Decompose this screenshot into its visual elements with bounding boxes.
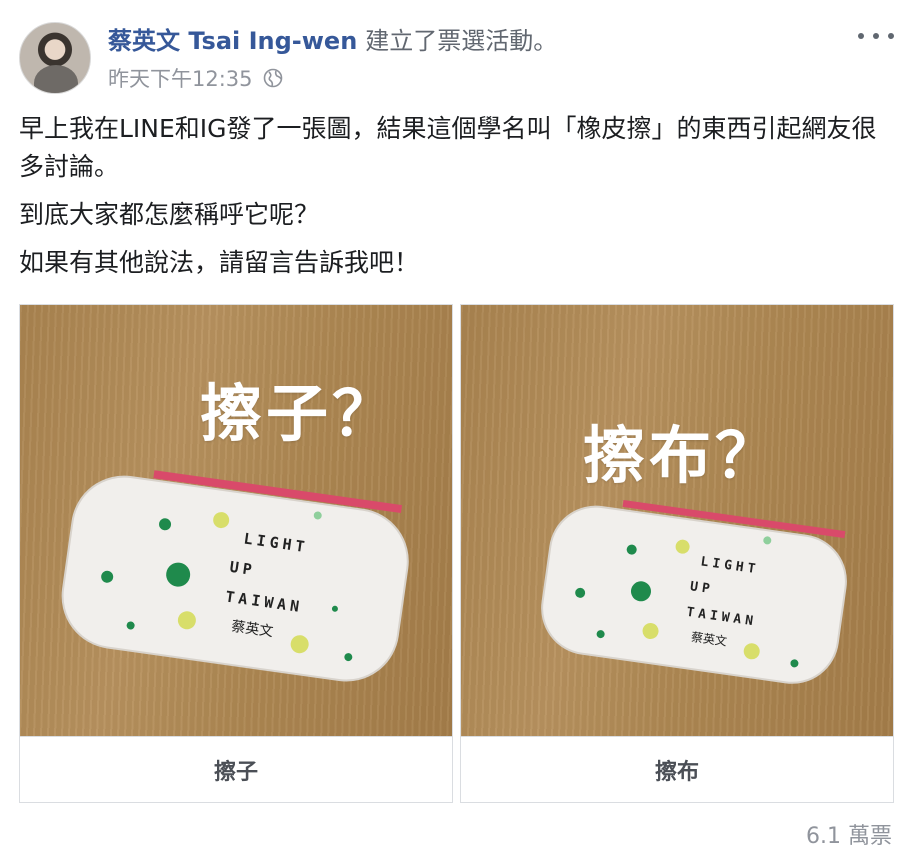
poll-option-2[interactable]: 擦布？ LIGHT UP TAIWAN 蔡英文 擦布	[460, 304, 894, 803]
post-text: 早上我在LINE和IG發了一張圖，結果這個學名叫「橡皮擦」的東西引起網友很多討論…	[19, 110, 889, 282]
poll-vote-count[interactable]: 6.1 萬票	[806, 818, 892, 850]
globe-icon	[263, 68, 282, 88]
poll-option-photo[interactable]: 擦布？ LIGHT UP TAIWAN 蔡英文	[461, 305, 893, 736]
post-timestamp[interactable]: 昨天下午12:35	[108, 63, 253, 93]
eraser-label-text: UP	[229, 558, 257, 579]
post-paragraph: 早上我在LINE和IG發了一張圖，結果這個學名叫「橡皮擦」的東西引起網友很多討論…	[19, 114, 877, 181]
poll-option-label[interactable]: 擦布	[461, 736, 893, 803]
eraser-image: LIGHT UP TAIWAN 蔡英文	[61, 470, 409, 682]
post-paragraph: 如果有其他說法，請留言告訴我吧！	[19, 248, 420, 277]
more-dot-icon	[873, 33, 879, 39]
poll-option-photo[interactable]: 擦子？ LIGHT UP TAIWAN 蔡英文	[20, 305, 452, 736]
post-action-text: 建立了票選活動。	[365, 26, 558, 55]
post-meta: 昨天下午12:35	[108, 64, 283, 92]
more-dot-icon	[858, 33, 864, 39]
poll-option-1[interactable]: 擦子？ LIGHT UP TAIWAN 蔡英文 擦子	[19, 304, 453, 803]
photo-overlay-text: 擦布？	[583, 419, 782, 492]
post-paragraph: 到底大家都怎麼稱呼它呢？	[19, 200, 320, 229]
author-name-link[interactable]: 蔡英文 Tsai Ing-wen	[108, 21, 357, 56]
poll-option-label[interactable]: 擦子	[20, 736, 452, 803]
post-avatar[interactable]	[19, 22, 91, 94]
post-header: 蔡英文 Tsai Ing-wen 建立了票選活動。	[108, 21, 558, 56]
photo-overlay-text: 擦子？	[200, 377, 399, 450]
more-dot-icon	[888, 33, 894, 39]
more-options-button[interactable]	[858, 24, 894, 48]
eraser-image: LIGHT UP TAIWAN 蔡英文	[541, 499, 847, 684]
